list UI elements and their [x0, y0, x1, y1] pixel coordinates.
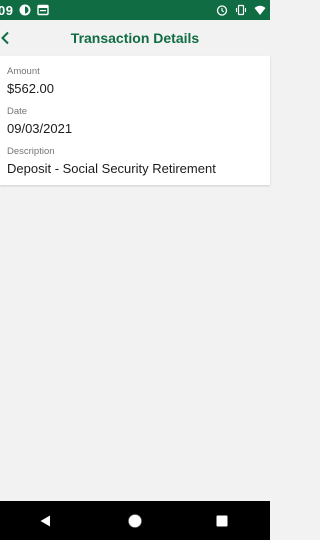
wifi-icon [254, 5, 266, 15]
app-notification-icon [19, 4, 31, 16]
description-field: Description Deposit - Social Security Re… [7, 146, 216, 176]
page-title: Transaction Details [70, 30, 200, 46]
app-bar: Transaction Details [0, 20, 270, 56]
status-bar-left: 09 [0, 2, 50, 18]
home-circle-icon[interactable] [128, 514, 142, 528]
amount-label: Amount [7, 66, 40, 77]
date-field: Date 09/03/2021 [7, 106, 72, 136]
description-value: Deposit - Social Security Retirement [7, 161, 216, 176]
description-label: Description [7, 146, 55, 157]
calendar-notification-icon [37, 4, 50, 16]
status-bar-right [216, 4, 266, 16]
system-nav-bar [0, 501, 270, 540]
amount-value: $562.00 [7, 81, 54, 96]
back-triangle-icon[interactable] [40, 515, 51, 527]
transaction-details-card: Amount $562.00 Date 09/03/2021 Descripti… [0, 56, 270, 185]
amount-field: Amount $562.00 [7, 66, 54, 96]
status-time: 09 [0, 2, 14, 18]
alarm-icon [216, 5, 228, 16]
recents-square-icon[interactable] [216, 515, 228, 527]
vibrate-icon [235, 4, 247, 16]
status-bar: 09 [0, 0, 270, 20]
date-label: Date [7, 106, 28, 117]
date-value: 09/03/2021 [7, 121, 73, 136]
